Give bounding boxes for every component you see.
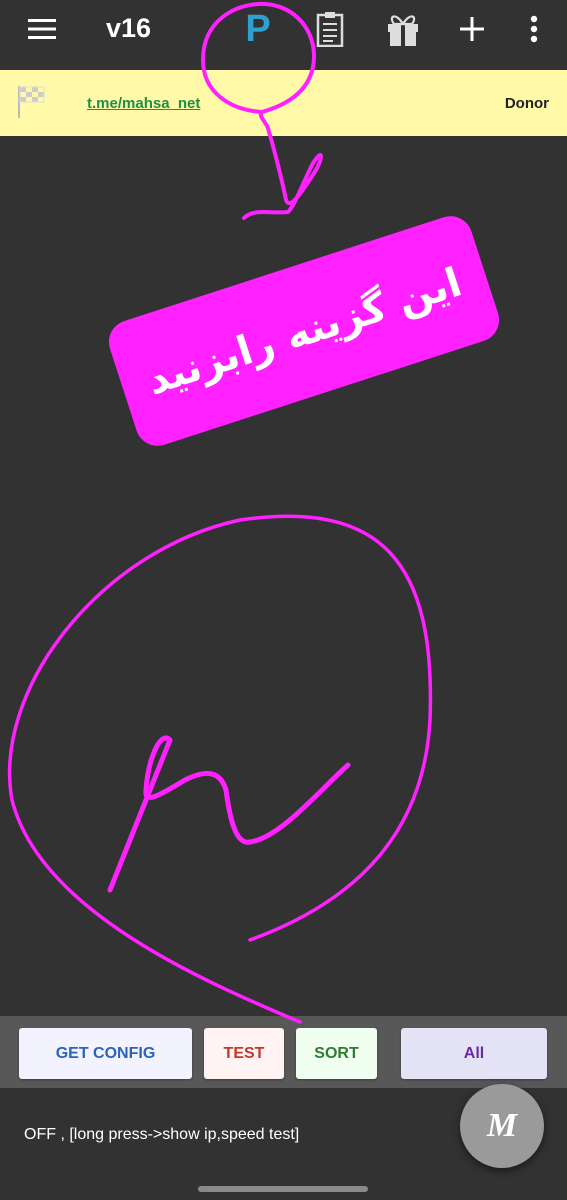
p-icon[interactable]: P (238, 8, 278, 50)
more-vert-icon[interactable] (520, 8, 548, 50)
connect-fab[interactable]: M (460, 1084, 544, 1168)
filter-all-button[interactable]: All (401, 1028, 547, 1079)
connection-status: OFF , [long press->show ip,speed test] (24, 1126, 300, 1143)
bottom-toolbar: GET CONFIG TEST SORT All (0, 1016, 567, 1088)
app-bar: v16 P (0, 0, 567, 58)
donor-button[interactable]: Donor (505, 95, 549, 112)
p-icon-letter: P (245, 7, 271, 50)
get-config-button[interactable]: GET CONFIG (19, 1028, 192, 1079)
flag-icon (16, 84, 48, 125)
plus-icon[interactable] (452, 8, 492, 50)
app-title: v16 (106, 13, 152, 43)
telegram-link[interactable]: t.me/mahsa_net (87, 95, 200, 112)
clipboard-icon[interactable] (310, 8, 350, 50)
config-list-area (0, 136, 567, 1016)
menu-icon[interactable] (22, 8, 62, 50)
sort-button[interactable]: SORT (296, 1028, 377, 1079)
test-button[interactable]: TEST (204, 1028, 284, 1079)
gift-icon[interactable] (380, 8, 426, 50)
home-indicator (198, 1186, 368, 1192)
fab-logo: M (486, 1107, 518, 1144)
promo-banner: t.me/mahsa_net Donor (0, 70, 567, 136)
